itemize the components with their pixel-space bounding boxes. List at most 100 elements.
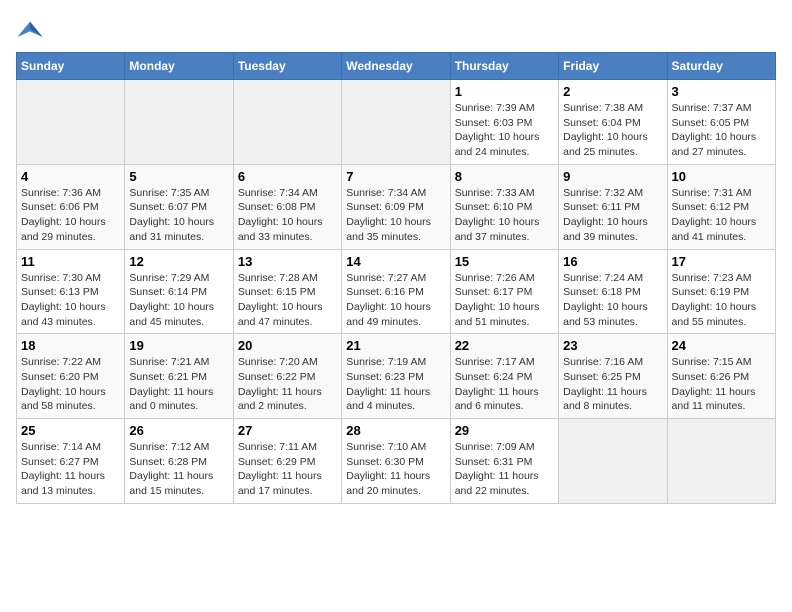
day-number: 6	[238, 169, 337, 184]
day-of-week-header: Friday	[559, 53, 667, 80]
calendar-cell: 23 Sunrise: 7:16 AM Sunset: 6:25 PM Dayli…	[559, 334, 667, 419]
day-info: Sunrise: 7:31 AM Sunset: 6:12 PM Dayligh…	[672, 186, 771, 245]
day-number: 3	[672, 84, 771, 99]
day-number: 18	[21, 338, 120, 353]
day-number: 13	[238, 254, 337, 269]
day-number: 24	[672, 338, 771, 353]
day-number: 22	[455, 338, 554, 353]
day-number: 1	[455, 84, 554, 99]
day-of-week-header: Tuesday	[233, 53, 341, 80]
calendar-cell	[125, 80, 233, 165]
day-info: Sunrise: 7:12 AM Sunset: 6:28 PM Dayligh…	[129, 440, 228, 499]
calendar-cell: 2 Sunrise: 7:38 AM Sunset: 6:04 PM Daylig…	[559, 80, 667, 165]
calendar-cell: 1 Sunrise: 7:39 AM Sunset: 6:03 PM Daylig…	[450, 80, 558, 165]
day-number: 8	[455, 169, 554, 184]
day-number: 20	[238, 338, 337, 353]
calendar-cell: 21 Sunrise: 7:19 AM Sunset: 6:23 PM Dayli…	[342, 334, 450, 419]
day-number: 29	[455, 423, 554, 438]
calendar-cell: 16Sunrise: 7:24 AM Sunset: 6:18 PM Dayli…	[559, 249, 667, 334]
calendar-cell: 24 Sunrise: 7:15 AM Sunset: 6:26 PM Dayli…	[667, 334, 775, 419]
day-number: 15	[455, 254, 554, 269]
day-of-week-header: Saturday	[667, 53, 775, 80]
day-number: 28	[346, 423, 445, 438]
day-info: Sunrise: 7:29 AM Sunset: 6:14 PM Dayligh…	[129, 271, 228, 330]
calendar-week-row: 4 Sunrise: 7:36 AM Sunset: 6:06 PM Daylig…	[17, 164, 776, 249]
day-number: 19	[129, 338, 228, 353]
calendar-cell: 4 Sunrise: 7:36 AM Sunset: 6:06 PM Daylig…	[17, 164, 125, 249]
calendar-cell: 26 Sunrise: 7:12 AM Sunset: 6:28 PM Dayli…	[125, 419, 233, 504]
day-info: Sunrise: 7:15 AM Sunset: 6:26 PM Dayligh…	[672, 355, 771, 414]
calendar-cell	[17, 80, 125, 165]
calendar-cell: 20 Sunrise: 7:20 AM Sunset: 6:22 PM Dayli…	[233, 334, 341, 419]
day-info: Sunrise: 7:28 AM Sunset: 6:15 PM Dayligh…	[238, 271, 337, 330]
calendar-cell: 22 Sunrise: 7:17 AM Sunset: 6:24 PM Dayli…	[450, 334, 558, 419]
logo	[16, 16, 48, 44]
day-info: Sunrise: 7:23 AM Sunset: 6:19 PM Dayligh…	[672, 271, 771, 330]
day-info: Sunrise: 7:39 AM Sunset: 6:03 PM Dayligh…	[455, 101, 554, 160]
day-number: 26	[129, 423, 228, 438]
day-info: Sunrise: 7:34 AM Sunset: 6:08 PM Dayligh…	[238, 186, 337, 245]
calendar-week-row: 25Sunrise: 7:14 AM Sunset: 6:27 PM Dayli…	[17, 419, 776, 504]
calendar-cell: 29 Sunrise: 7:09 AM Sunset: 6:31 PM Dayli…	[450, 419, 558, 504]
day-info: Sunrise: 7:37 AM Sunset: 6:05 PM Dayligh…	[672, 101, 771, 160]
day-info: Sunrise: 7:09 AM Sunset: 6:31 PM Dayligh…	[455, 440, 554, 499]
day-number: 14	[346, 254, 445, 269]
calendar-cell	[667, 419, 775, 504]
day-info: Sunrise: 7:24 AM Sunset: 6:18 PM Dayligh…	[563, 271, 662, 330]
day-info: Sunrise: 7:26 AM Sunset: 6:17 PM Dayligh…	[455, 271, 554, 330]
day-number: 23	[563, 338, 662, 353]
day-number: 4	[21, 169, 120, 184]
day-info: Sunrise: 7:32 AM Sunset: 6:11 PM Dayligh…	[563, 186, 662, 245]
calendar-cell: 10 Sunrise: 7:31 AM Sunset: 6:12 PM Dayli…	[667, 164, 775, 249]
day-info: Sunrise: 7:10 AM Sunset: 6:30 PM Dayligh…	[346, 440, 445, 499]
calendar-cell: 12 Sunrise: 7:29 AM Sunset: 6:14 PM Dayli…	[125, 249, 233, 334]
days-of-week-row: SundayMondayTuesdayWednesdayThursdayFrid…	[17, 53, 776, 80]
day-info: Sunrise: 7:22 AM Sunset: 6:20 PM Dayligh…	[21, 355, 120, 414]
day-info: Sunrise: 7:19 AM Sunset: 6:23 PM Dayligh…	[346, 355, 445, 414]
day-number: 5	[129, 169, 228, 184]
day-number: 10	[672, 169, 771, 184]
calendar-cell	[233, 80, 341, 165]
day-info: Sunrise: 7:34 AM Sunset: 6:09 PM Dayligh…	[346, 186, 445, 245]
calendar-body: 1 Sunrise: 7:39 AM Sunset: 6:03 PM Daylig…	[17, 80, 776, 504]
day-of-week-header: Monday	[125, 53, 233, 80]
calendar-cell	[342, 80, 450, 165]
calendar-cell: 15 Sunrise: 7:26 AM Sunset: 6:17 PM Dayli…	[450, 249, 558, 334]
calendar-cell: 18 Sunrise: 7:22 AM Sunset: 6:20 PM Dayli…	[17, 334, 125, 419]
day-info: Sunrise: 7:36 AM Sunset: 6:06 PM Dayligh…	[21, 186, 120, 245]
day-number: 12	[129, 254, 228, 269]
day-number: 27	[238, 423, 337, 438]
calendar-cell: 9Sunrise: 7:32 AM Sunset: 6:11 PM Daylig…	[559, 164, 667, 249]
calendar-cell: 6 Sunrise: 7:34 AM Sunset: 6:08 PM Daylig…	[233, 164, 341, 249]
calendar-week-row: 18 Sunrise: 7:22 AM Sunset: 6:20 PM Dayli…	[17, 334, 776, 419]
calendar-table: SundayMondayTuesdayWednesdayThursdayFrid…	[16, 52, 776, 504]
calendar-cell: 25Sunrise: 7:14 AM Sunset: 6:27 PM Dayli…	[17, 419, 125, 504]
day-info: Sunrise: 7:16 AM Sunset: 6:25 PM Dayligh…	[563, 355, 662, 414]
calendar-cell: 17Sunrise: 7:23 AM Sunset: 6:19 PM Dayli…	[667, 249, 775, 334]
day-info: Sunrise: 7:20 AM Sunset: 6:22 PM Dayligh…	[238, 355, 337, 414]
calendar-week-row: 1 Sunrise: 7:39 AM Sunset: 6:03 PM Daylig…	[17, 80, 776, 165]
logo-bird-icon	[16, 16, 44, 44]
day-number: 7	[346, 169, 445, 184]
calendar-cell: 28 Sunrise: 7:10 AM Sunset: 6:30 PM Dayli…	[342, 419, 450, 504]
day-info: Sunrise: 7:35 AM Sunset: 6:07 PM Dayligh…	[129, 186, 228, 245]
day-number: 2	[563, 84, 662, 99]
header	[16, 16, 776, 44]
day-number: 11	[21, 254, 120, 269]
calendar-cell: 5 Sunrise: 7:35 AM Sunset: 6:07 PM Daylig…	[125, 164, 233, 249]
calendar-cell	[559, 419, 667, 504]
day-info: Sunrise: 7:38 AM Sunset: 6:04 PM Dayligh…	[563, 101, 662, 160]
day-info: Sunrise: 7:14 AM Sunset: 6:27 PM Dayligh…	[21, 440, 120, 499]
calendar-week-row: 11Sunrise: 7:30 AM Sunset: 6:13 PM Dayli…	[17, 249, 776, 334]
day-info: Sunrise: 7:17 AM Sunset: 6:24 PM Dayligh…	[455, 355, 554, 414]
calendar-cell: 11Sunrise: 7:30 AM Sunset: 6:13 PM Dayli…	[17, 249, 125, 334]
calendar-cell: 7 Sunrise: 7:34 AM Sunset: 6:09 PM Daylig…	[342, 164, 450, 249]
calendar-cell: 14 Sunrise: 7:27 AM Sunset: 6:16 PM Dayli…	[342, 249, 450, 334]
calendar-cell: 27Sunrise: 7:11 AM Sunset: 6:29 PM Dayli…	[233, 419, 341, 504]
calendar-cell: 8 Sunrise: 7:33 AM Sunset: 6:10 PM Daylig…	[450, 164, 558, 249]
day-info: Sunrise: 7:33 AM Sunset: 6:10 PM Dayligh…	[455, 186, 554, 245]
day-info: Sunrise: 7:27 AM Sunset: 6:16 PM Dayligh…	[346, 271, 445, 330]
calendar-cell: 3 Sunrise: 7:37 AM Sunset: 6:05 PM Daylig…	[667, 80, 775, 165]
calendar-cell: 13 Sunrise: 7:28 AM Sunset: 6:15 PM Dayli…	[233, 249, 341, 334]
day-number: 21	[346, 338, 445, 353]
